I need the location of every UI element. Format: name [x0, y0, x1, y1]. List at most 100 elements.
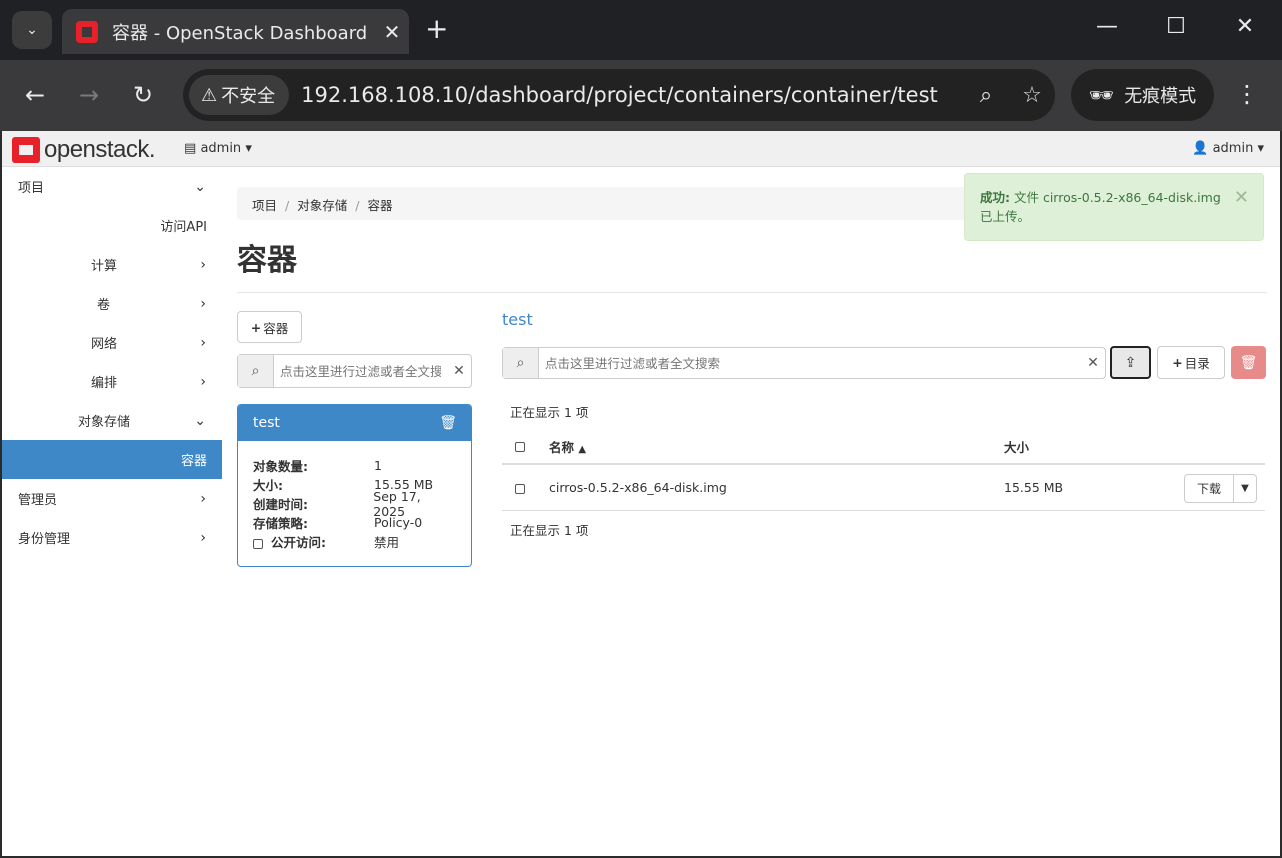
- reload-icon[interactable]: ↻: [125, 80, 161, 110]
- openstack-logo[interactable]: openstack.: [12, 136, 156, 164]
- user-icon: 👤: [1192, 141, 1209, 156]
- bookmark-star-icon[interactable]: ☆: [1009, 83, 1055, 108]
- project-dropdown[interactable]: ▤ admin ▾: [184, 141, 252, 156]
- chevron-down-icon: ⌄: [194, 412, 206, 429]
- item-count-top: 正在显示 1 项: [510, 405, 589, 420]
- upload-icon: ⇪: [1124, 354, 1137, 371]
- row-actions: 下载 ▼: [1184, 474, 1257, 503]
- new-tab-button[interactable]: +: [425, 14, 448, 44]
- forward-arrow-icon[interactable]: →: [71, 80, 107, 110]
- detail-value: 1: [374, 458, 382, 473]
- sidebar-item-access-api[interactable]: 访问API: [2, 206, 222, 245]
- breadcrumb-item[interactable]: 项目: [252, 198, 277, 213]
- object-filter: ⌕ ✕: [502, 347, 1106, 379]
- container-details: 对象数量: 1 大小: 15.55 MB 创建时间: Sep 17, 2025 存储策…: [238, 441, 471, 566]
- clear-icon[interactable]: ✕: [1081, 348, 1105, 378]
- tab-search-button[interactable]: ⌄: [12, 11, 52, 49]
- detail-row: 创建时间: Sep 17, 2025: [253, 489, 456, 519]
- delete-button[interactable]: 🗑: [1231, 346, 1266, 379]
- caret-down-icon: ▾: [1257, 141, 1264, 156]
- add-folder-label: 目录: [1184, 356, 1210, 371]
- chevron-right-icon: ›: [200, 295, 206, 312]
- logo-text: openstack.: [44, 136, 156, 163]
- sidebar-item-label: 项目: [18, 181, 45, 196]
- detail-value: Sep 17, 2025: [373, 488, 421, 519]
- sort-asc-icon: ▲: [578, 443, 587, 455]
- public-access-checkbox[interactable]: [253, 538, 263, 549]
- object-size: 15.55 MB: [1004, 480, 1064, 495]
- address-bar[interactable]: ⚠ 不安全 192.168.108.10/dashboard/project/c…: [183, 69, 1055, 121]
- object-table: 名称 ▲ 大小 cirros-0.5.2-x86_64-disk.img 15.…: [502, 429, 1265, 511]
- back-arrow-icon[interactable]: ←: [17, 80, 53, 110]
- minimize-icon[interactable]: —: [1087, 14, 1127, 39]
- container-filter: ⌕ ✕: [237, 354, 472, 388]
- detail-row: 公开访问: 禁用: [253, 532, 456, 551]
- close-icon[interactable]: ✕: [1234, 188, 1249, 207]
- sidebar-item-object-store[interactable]: 对象存储 ⌄: [2, 401, 222, 440]
- breadcrumb: 项目 / 对象存储 / 容器: [237, 187, 977, 220]
- sidebar: 项目 ⌄ 访问API 计算 › 卷 › 网络 › 编排 › 对象存储 ⌄ 容器: [2, 167, 222, 557]
- upload-button[interactable]: ⇪: [1110, 346, 1151, 379]
- chevron-down-icon: ⌄: [194, 178, 206, 195]
- sidebar-item-admin[interactable]: 管理员 ›: [2, 479, 222, 518]
- search-icon: ⌕: [503, 348, 539, 378]
- page-title: 容器: [237, 243, 297, 278]
- object-search-input[interactable]: [539, 348, 1081, 378]
- alert-message: 文件 cirros-0.5.2-x86_64-disk.img 已上传。: [980, 190, 1221, 224]
- sidebar-item-network[interactable]: 网络 ›: [2, 323, 222, 362]
- detail-key: 公开访问:: [271, 535, 326, 550]
- detail-key: 对象数量:: [253, 459, 308, 474]
- container-card-header[interactable]: test 🗑: [238, 405, 471, 441]
- detail-value: 禁用: [374, 535, 400, 550]
- sidebar-item-label: 网络: [91, 337, 118, 352]
- container-search-input[interactable]: [274, 355, 447, 387]
- breadcrumb-item[interactable]: 对象存储: [297, 198, 347, 213]
- table-header: 名称 ▲ 大小: [502, 429, 1265, 465]
- caret-down-icon: ▾: [245, 141, 252, 156]
- object-name: cirros-0.5.2-x86_64-disk.img: [549, 480, 727, 495]
- add-container-button[interactable]: + 容器: [237, 311, 302, 343]
- user-dropdown[interactable]: 👤 admin ▾: [1192, 141, 1264, 156]
- trash-icon[interactable]: 🗑: [439, 415, 457, 431]
- user-label: admin: [1212, 141, 1254, 156]
- public-access-row: 公开访问:: [253, 532, 374, 551]
- close-window-icon[interactable]: ✕: [1225, 14, 1265, 39]
- select-all-checkbox[interactable]: [515, 442, 525, 452]
- chevron-right-icon: ›: [200, 373, 206, 390]
- incognito-indicator[interactable]: 🕶 无痕模式: [1071, 69, 1214, 121]
- sidebar-item-compute[interactable]: 计算 ›: [2, 245, 222, 284]
- sidebar-item-identity[interactable]: 身份管理 ›: [2, 518, 222, 557]
- sidebar-item-orchestration[interactable]: 编排 ›: [2, 362, 222, 401]
- success-alert: 成功: 文件 cirros-0.5.2-x86_64-disk.img 已上传。…: [964, 173, 1264, 241]
- zoom-search-icon[interactable]: ⌕: [963, 83, 1009, 108]
- security-label: 不安全: [221, 86, 276, 107]
- maximize-icon[interactable]: ☐: [1156, 14, 1196, 39]
- container-card[interactable]: test 🗑 对象数量: 1 大小: 15.55 MB 创建时间: Sep 17, 2…: [237, 404, 472, 567]
- chevron-right-icon: ›: [200, 334, 206, 351]
- column-name-header[interactable]: 名称 ▲: [549, 437, 1004, 456]
- tab-close-icon[interactable]: ✕: [375, 20, 409, 44]
- browser-tab-strip: ⌄ 容器 - OpenStack Dashboard ✕ + — ☐ ✕: [0, 0, 1282, 60]
- container-title-link[interactable]: test: [502, 310, 533, 329]
- sidebar-item-volumes[interactable]: 卷 ›: [2, 284, 222, 323]
- caret-down-icon[interactable]: ▼: [1234, 474, 1257, 503]
- sidebar-item-containers[interactable]: 容器: [2, 440, 222, 479]
- search-icon: ⌕: [238, 355, 274, 387]
- item-count-bottom: 正在显示 1 项: [510, 523, 589, 538]
- browser-menu-icon[interactable]: ⋮: [1232, 80, 1262, 108]
- column-size-header[interactable]: 大小: [1004, 437, 1184, 456]
- detail-row: 对象数量: 1: [253, 456, 456, 475]
- row-checkbox[interactable]: [515, 483, 525, 494]
- openstack-favicon-icon: [76, 20, 98, 43]
- sidebar-item-label: 访问API: [160, 220, 207, 235]
- sidebar-item-project[interactable]: 项目 ⌄: [2, 167, 222, 206]
- download-button[interactable]: 下载: [1184, 474, 1234, 503]
- security-indicator[interactable]: ⚠ 不安全: [189, 75, 290, 115]
- chevron-down-icon: ⌄: [26, 22, 38, 38]
- add-folder-button[interactable]: + 目录: [1157, 346, 1225, 379]
- openstack-logo-icon: [12, 137, 40, 163]
- browser-toolbar: ← → ↻ ⚠ 不安全 192.168.108.10/dashboard/pro…: [0, 60, 1282, 131]
- browser-tab-active[interactable]: 容器 - OpenStack Dashboard ✕: [62, 9, 409, 54]
- url-text[interactable]: 192.168.108.10/dashboard/project/contain…: [301, 83, 963, 107]
- clear-icon[interactable]: ✕: [447, 355, 471, 387]
